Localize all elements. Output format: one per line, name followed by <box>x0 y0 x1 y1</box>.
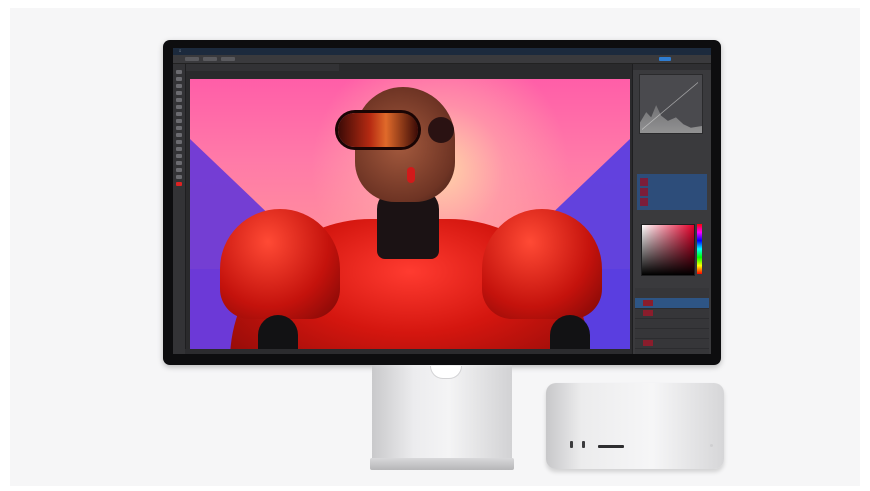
history-brush-tool-icon[interactable] <box>176 133 182 137</box>
option-control[interactable] <box>185 57 199 61</box>
power-led-icon <box>710 444 713 447</box>
blur-tool-icon[interactable] <box>176 154 182 158</box>
tool-options-bar <box>173 55 711 64</box>
layer-thumbnail <box>643 300 653 306</box>
thumbnail <box>640 188 648 196</box>
move-tool-icon[interactable] <box>176 70 182 74</box>
red-earring <box>407 167 415 183</box>
hue-slider[interactable] <box>697 224 702 274</box>
properties-panel <box>637 174 707 210</box>
document-tab[interactable] <box>185 64 339 71</box>
color-picker-field[interactable] <box>641 224 695 276</box>
layer-thumbnail <box>643 310 653 316</box>
app-menu-bar:  <box>173 48 711 55</box>
thumbnail <box>640 198 648 206</box>
curves-histogram-panel[interactable] <box>639 48 703 134</box>
usb-c-port <box>582 441 585 448</box>
mirrored-goggles <box>338 113 418 147</box>
stand-base <box>370 458 514 470</box>
chair-back-right <box>550 315 590 349</box>
mac-studio-computer <box>546 383 724 469</box>
image-canvas[interactable] <box>190 79 630 349</box>
lasso-tool-icon[interactable] <box>176 84 182 88</box>
dodge-tool-icon[interactable] <box>176 161 182 165</box>
usb-c-port <box>570 441 573 448</box>
eraser-tool-icon[interactable] <box>176 140 182 144</box>
tools-panel <box>173 64 186 354</box>
right-panels <box>632 48 711 354</box>
status-bar <box>185 349 631 354</box>
chair-back-left <box>258 315 298 349</box>
heal-tool-icon[interactable] <box>176 112 182 116</box>
monitor-screen:  <box>173 48 711 354</box>
marquee-tool-icon[interactable] <box>176 77 182 81</box>
type-tool-icon[interactable] <box>176 175 182 179</box>
apple-logo-icon[interactable]:  <box>179 48 181 55</box>
pen-tool-icon[interactable] <box>176 168 182 172</box>
gradient-tool-icon[interactable] <box>176 147 182 151</box>
layer-thumbnail <box>643 340 653 346</box>
option-control[interactable] <box>203 57 217 61</box>
brush-tool-icon[interactable] <box>176 119 182 123</box>
layers-panel <box>635 288 709 354</box>
option-control[interactable] <box>221 57 235 61</box>
studio-display-monitor:  <box>163 40 721 365</box>
select-tool-icon[interactable] <box>176 91 182 95</box>
crop-tool-icon[interactable] <box>176 98 182 102</box>
hair-bun <box>428 117 454 143</box>
stamp-tool-icon[interactable] <box>176 126 182 130</box>
sd-card-slot <box>598 445 624 448</box>
foreground-color-swatch[interactable] <box>176 182 182 186</box>
garment-shoulder-right <box>482 209 602 319</box>
eyedropper-tool-icon[interactable] <box>176 105 182 109</box>
garment-shoulder-left <box>220 209 340 319</box>
layer-row[interactable] <box>635 338 709 349</box>
thumbnail <box>640 178 648 186</box>
display-stand <box>372 365 512 461</box>
